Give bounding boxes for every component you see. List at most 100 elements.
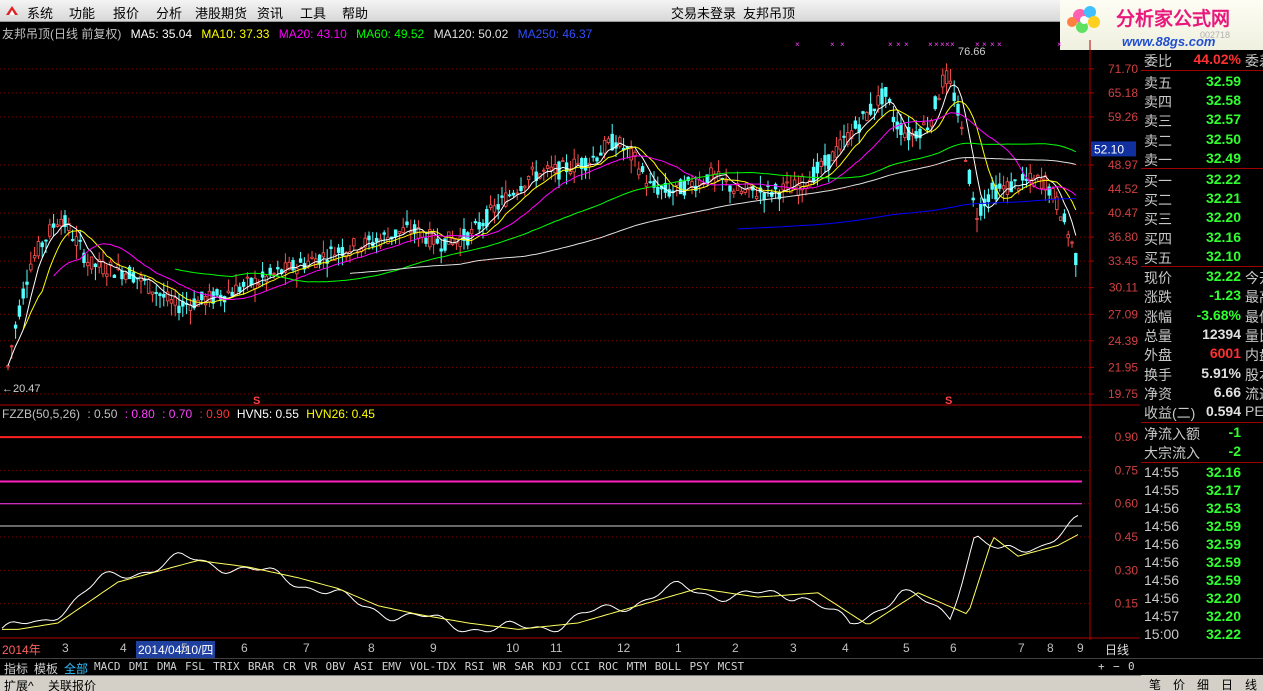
indicator-tab[interactable]: CR xyxy=(283,660,296,673)
ask-level[interactable]: 卖四 32.58 xyxy=(1144,92,1263,111)
indicator-tab[interactable]: BOLL xyxy=(655,660,682,673)
related-quote-button[interactable]: 关联报价 xyxy=(48,677,96,691)
bid-level[interactable]: 买一 32.22 xyxy=(1144,171,1263,190)
indicator-tab[interactable]: KDJ xyxy=(542,660,562,673)
indicator-tab[interactable]: ROC xyxy=(599,660,619,673)
tick-row[interactable]: 14:57 32.20 xyxy=(1144,608,1263,627)
candle-body xyxy=(549,166,554,171)
indicator-tab[interactable]: MACD xyxy=(94,660,121,673)
menu-tools[interactable]: 工具 xyxy=(300,3,326,22)
indicator-tab[interactable]: WR xyxy=(493,660,506,673)
indicator-tick-label: 0.45 xyxy=(1115,530,1139,544)
login-status[interactable]: 交易未登录 xyxy=(671,3,736,22)
candle-body xyxy=(530,166,535,170)
indicator-tab[interactable]: EMV xyxy=(382,660,402,673)
side-tab[interactable]: 细 xyxy=(1197,676,1209,691)
quote-stat[interactable]: 外盘 6001内盘 xyxy=(1144,345,1263,364)
candle-body xyxy=(610,133,614,151)
ask-level[interactable]: 卖三 32.57 xyxy=(1144,111,1263,130)
time-axis: 2014/04/10/四 2014年 3 4 5 6 7 8 9 10 11 12 1 2 3 4 5 6 7 8 9 xyxy=(0,640,1140,658)
menu-analysis[interactable]: 分析 xyxy=(156,3,182,22)
side-tab[interactable]: 线 xyxy=(1245,676,1257,691)
indicator-tab[interactable]: VOL-TDX xyxy=(410,660,456,673)
indicator-tab[interactable]: DMA xyxy=(157,660,177,673)
signal-marker[interactable]: S xyxy=(945,395,952,407)
zoom-button[interactable]: + xyxy=(1098,660,1105,673)
indicator-tab[interactable]: OBV xyxy=(326,660,346,673)
side-tab[interactable]: 价 xyxy=(1173,676,1185,691)
tick-row[interactable]: 14:56 32.59 xyxy=(1144,536,1263,555)
candle-body xyxy=(458,236,462,247)
indicator-tab[interactable]: TRIX xyxy=(213,660,240,673)
tick-row[interactable]: 14:55 32.16 xyxy=(1144,464,1263,483)
ask-level[interactable]: 卖五 32.59 xyxy=(1144,73,1263,92)
quote-stat[interactable]: 现价 32.22今开 xyxy=(1144,268,1263,287)
candle-body xyxy=(131,272,136,283)
ask-level-value: 32.50 xyxy=(1205,130,1241,147)
ask-level[interactable]: 卖二 32.50 xyxy=(1144,131,1263,150)
zoom-button[interactable]: 0 xyxy=(1128,660,1135,673)
candle-body xyxy=(329,246,333,249)
indicator-tab[interactable]: BRAR xyxy=(248,660,275,673)
bid-level[interactable]: 买五 32.10 xyxy=(1144,248,1263,267)
indicator-tab[interactable]: MCST xyxy=(718,660,745,673)
fund-flow[interactable]: 净流入额 -1 xyxy=(1144,424,1263,443)
menu-news[interactable]: 资讯 xyxy=(257,3,283,22)
quote-stat-label: 涨幅 xyxy=(1144,308,1172,325)
menu-system[interactable]: 系统 xyxy=(27,3,53,22)
indicator-tab[interactable]: RSI xyxy=(465,660,485,673)
bid-level[interactable]: 买三 32.20 xyxy=(1144,209,1263,228)
indicator-tab[interactable]: FSL xyxy=(185,660,205,673)
quote-stat-value: -1.23 xyxy=(1209,287,1241,304)
candle-body xyxy=(937,97,941,101)
candle-body xyxy=(975,217,979,220)
period-label[interactable]: 日线 xyxy=(1105,641,1129,658)
time-label: 1 xyxy=(675,641,682,655)
indicator-tab[interactable]: ASI xyxy=(354,660,374,673)
candle-body xyxy=(572,158,576,173)
tick-row[interactable]: 14:56 32.20 xyxy=(1144,590,1263,609)
side-tab[interactable]: 日 xyxy=(1221,676,1233,691)
quote-stat[interactable]: 总量 12394量比 xyxy=(1144,326,1263,345)
quote-stat[interactable]: 涨跌 -1.23最高 xyxy=(1144,287,1263,306)
quote-stat[interactable]: 换手 5.91%股本 xyxy=(1144,365,1263,384)
tick-row[interactable]: 14:55 32.17 xyxy=(1144,482,1263,501)
candle-body xyxy=(1013,179,1017,182)
indicator-tab[interactable]: VR xyxy=(304,660,317,673)
indicator-tab[interactable]: PSY xyxy=(690,660,710,673)
quote-stat[interactable]: 收益(二) 0.594 PE xyxy=(1144,403,1263,422)
tick-row[interactable]: 14:56 32.59 xyxy=(1144,554,1263,573)
candle-body xyxy=(773,183,778,190)
tick-row[interactable]: 14:56 32.59 xyxy=(1144,572,1263,591)
candle-body xyxy=(526,176,531,181)
menu-help[interactable]: 帮助 xyxy=(342,3,368,22)
menu-hk-futures[interactable]: 港股期货 xyxy=(195,3,247,22)
bid-level[interactable]: 买二 32.21 xyxy=(1144,190,1263,209)
candle-body xyxy=(177,305,181,314)
menu-quote[interactable]: 报价 xyxy=(113,3,139,22)
order-ratio[interactable]: 委比 44.02%委差 xyxy=(1144,51,1263,70)
kline-chart[interactable]: 71.70 65.18 59.26 52.10 48.97 44.52 40.47 36.80… xyxy=(0,22,1140,640)
tick-row[interactable]: 14:56 32.59 xyxy=(1144,518,1263,537)
menu-function[interactable]: 功能 xyxy=(69,3,95,22)
quote-stat-label: 总量 xyxy=(1144,327,1172,344)
candle-body xyxy=(648,181,652,184)
zoom-button[interactable]: − xyxy=(1113,660,1120,673)
quote-stat[interactable]: 涨幅 -3.68%最低 xyxy=(1144,307,1263,326)
candle-body xyxy=(709,167,713,181)
bid-level[interactable]: 买四 32.16 xyxy=(1144,229,1263,248)
indicator-tab[interactable]: DMI xyxy=(129,660,149,673)
expand-button[interactable]: 扩展^ xyxy=(4,677,34,691)
ask-level[interactable]: 卖一 32.49 xyxy=(1144,150,1263,169)
quote-stat-label: 收益(二) xyxy=(1144,405,1196,422)
indicator-tab[interactable]: CCI xyxy=(570,660,590,673)
candle-body xyxy=(952,92,956,101)
indicator-tab[interactable]: MTM xyxy=(627,660,647,673)
indicator-tab[interactable]: SAR xyxy=(514,660,534,673)
signal-marker[interactable]: S xyxy=(253,395,260,407)
tick-row[interactable]: 15:00 32.22 xyxy=(1144,626,1263,645)
fund-flow[interactable]: 大宗流入 -2 xyxy=(1144,443,1263,462)
quote-stat[interactable]: 净资 6.66流通 xyxy=(1144,384,1263,403)
tick-row[interactable]: 14:56 32.53 xyxy=(1144,500,1263,519)
side-tab[interactable]: 笔 xyxy=(1149,676,1161,691)
